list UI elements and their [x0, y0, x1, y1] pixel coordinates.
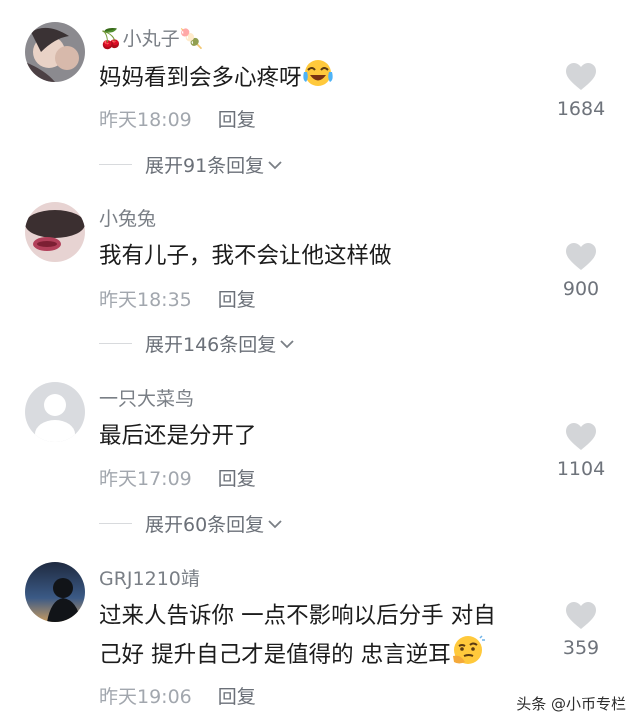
username[interactable]: 一只大菜鸟 [99, 387, 194, 411]
laughing-crying-emoji-icon [302, 58, 334, 99]
reply-button[interactable]: 回复 [218, 289, 256, 311]
thinking-emoji-icon [451, 634, 485, 677]
like-count: 1684 [556, 98, 606, 120]
avatar[interactable] [25, 202, 85, 262]
comment-text-line: 己好 提升自己才是值得的 忠言逆耳 [99, 634, 549, 677]
comment-meta: 昨天18:09 回复 [99, 105, 256, 132]
timestamp: 昨天18:35 [99, 289, 192, 311]
heart-icon [566, 602, 596, 629]
heart-icon [566, 63, 596, 90]
comment-text: 过来人告诉你 一点不影响以后分手 对自 己好 提升自己才是值得的 忠言逆耳 [99, 598, 549, 677]
expand-replies-button[interactable]: 展开91条回复 [99, 151, 283, 178]
divider-line [99, 523, 132, 524]
like-count: 1104 [556, 458, 606, 480]
divider-line [99, 343, 132, 344]
chevron-down-icon [280, 339, 294, 348]
comment-meta: 昨天19:06 回复 [99, 682, 256, 709]
reply-button[interactable]: 回复 [218, 109, 256, 131]
username[interactable]: 🍒小丸子🍡 [99, 27, 203, 51]
chevron-down-icon [268, 519, 282, 528]
username[interactable]: 小兔兔 [99, 207, 156, 231]
comment-text-line: 过来人告诉你 一点不影响以后分手 对自 [99, 603, 496, 629]
heart-icon [566, 243, 596, 270]
heart-icon [566, 423, 596, 450]
watermark: 头条 @小币专栏 [510, 691, 632, 716]
like-count: 900 [562, 278, 600, 300]
timestamp: 昨天19:06 [99, 686, 192, 708]
chevron-down-icon [268, 160, 282, 169]
like-count: 359 [562, 637, 600, 659]
comment-text: 最后还是分开了 [99, 423, 257, 449]
expand-replies-button[interactable]: 展开60条回复 [99, 510, 283, 537]
comment-text-content: 己好 提升自己才是值得的 忠言逆耳 [99, 642, 451, 668]
reply-button[interactable]: 回复 [218, 468, 256, 490]
default-avatar[interactable] [25, 382, 85, 442]
username[interactable]: GRJ1210靖 [99, 567, 200, 591]
comment-meta: 昨天18:35 回复 [99, 285, 256, 312]
avatar[interactable] [25, 562, 85, 622]
like-button[interactable]: 1104 [546, 422, 616, 480]
expand-replies-label: 展开60条回复 [145, 514, 265, 536]
timestamp: 昨天17:09 [99, 468, 192, 490]
divider-line [99, 164, 132, 165]
avatar[interactable] [25, 22, 85, 82]
timestamp: 昨天18:09 [99, 109, 192, 131]
comment-text-content: 妈妈看到会多心疼呀 [99, 65, 302, 91]
like-button[interactable]: 359 [546, 601, 616, 659]
expand-replies-label: 展开146条回复 [145, 334, 277, 356]
like-button[interactable]: 900 [546, 242, 616, 300]
like-button[interactable]: 1684 [546, 62, 616, 120]
expand-replies-button[interactable]: 展开146条回复 [99, 330, 295, 357]
comment-meta: 昨天17:09 回复 [99, 464, 256, 491]
reply-button[interactable]: 回复 [218, 686, 256, 708]
expand-replies-label: 展开91条回复 [145, 155, 265, 177]
comment-text: 妈妈看到会多心疼呀 [99, 58, 549, 99]
comment-text: 我有儿子，我不会让他这样做 [99, 243, 392, 269]
